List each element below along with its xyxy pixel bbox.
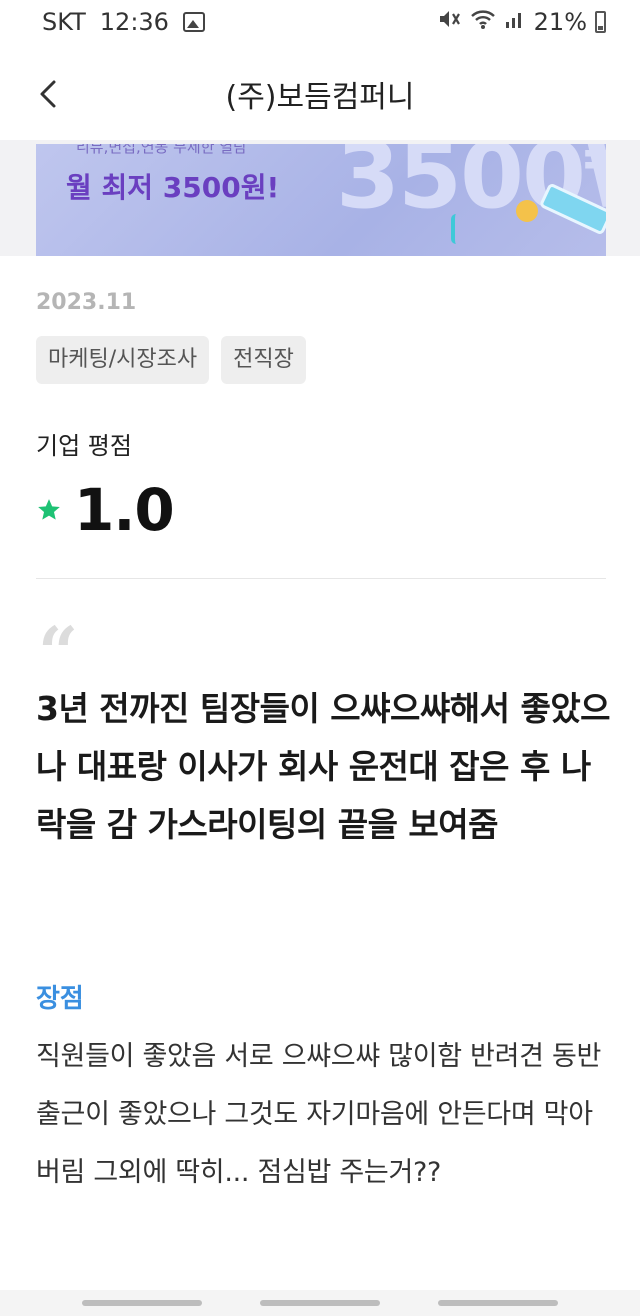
nav-tab-1[interactable] bbox=[82, 1300, 202, 1306]
review-date: 2023.11 bbox=[36, 290, 137, 315]
star-icon bbox=[36, 497, 62, 523]
nav-tab-2[interactable] bbox=[260, 1300, 380, 1306]
mute-icon bbox=[438, 8, 462, 36]
coin-icon bbox=[516, 200, 538, 222]
page-title: (주)보듬컴퍼니 bbox=[225, 80, 415, 115]
promo-banner[interactable]: 리뷰,면접,연봉 무제한 열람 월 최저 3500원! 3500₩ bbox=[36, 144, 606, 256]
battery-percent: 21% bbox=[533, 8, 587, 36]
tag-employment-status: 전직장 bbox=[221, 336, 306, 384]
quote-icon: “ bbox=[38, 611, 79, 694]
rating-row: 1.0 bbox=[36, 476, 175, 544]
nav-tab-3[interactable] bbox=[438, 1300, 558, 1306]
bottom-bar bbox=[0, 1290, 640, 1316]
banner-subtext: 리뷰,면접,연봉 무제한 열람 bbox=[76, 144, 247, 156]
wifi-icon bbox=[470, 8, 496, 36]
status-right: 21% bbox=[438, 8, 606, 36]
tag-list: 마케팅/시장조사 전직장 bbox=[36, 336, 306, 384]
pros-label: 장점 bbox=[36, 984, 84, 1014]
app-header: (주)보듬컴퍼니 bbox=[0, 48, 640, 140]
tag-job-category: 마케팅/시장조사 bbox=[36, 336, 210, 384]
status-bar: SKT 12:36 21% bbox=[0, 0, 640, 48]
rating-value: 1.0 bbox=[74, 476, 175, 544]
divider bbox=[36, 578, 606, 579]
banner-headline: 월 최저 3500원! bbox=[66, 171, 280, 204]
clock: 12:36 bbox=[99, 8, 169, 36]
signal-icon bbox=[504, 8, 526, 36]
carrier-label: SKT bbox=[42, 8, 86, 36]
gallery-icon bbox=[182, 12, 205, 32]
banner-area: 리뷰,면접,연봉 무제한 열람 월 최저 3500원! 3500₩ bbox=[0, 140, 640, 256]
review-headline: 3년 전까진 팀장들이 으쌰으쌰해서 좋았으나 대표랑 이사가 회사 운전대 잡… bbox=[36, 689, 611, 844]
battery-icon bbox=[595, 11, 606, 33]
rating-label: 기업 평점 bbox=[36, 432, 132, 460]
pros-text: 직원들이 좋았음 서로 으쌰으쌰 많이함 반려견 동반출근이 좋았으나 그것도 … bbox=[36, 1041, 602, 1188]
status-left: SKT 12:36 bbox=[42, 8, 205, 36]
banner-decoration bbox=[451, 214, 461, 244]
